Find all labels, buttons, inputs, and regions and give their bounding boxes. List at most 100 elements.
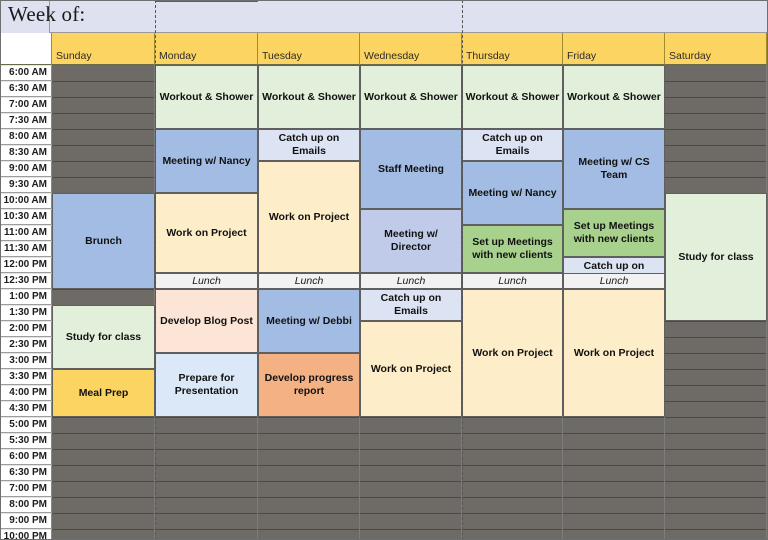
event-block[interactable]: Meeting w/ Nancy: [462, 161, 563, 225]
slot-divider: [563, 417, 664, 418]
event-block[interactable]: Lunch: [462, 273, 563, 289]
slot-divider: [462, 481, 562, 482]
slot-divider: [52, 529, 154, 530]
slot-divider: [665, 529, 766, 530]
event-block[interactable]: Work on Project: [360, 321, 462, 417]
event-block[interactable]: Staff Meeting: [360, 129, 462, 209]
day-header-sunday[interactable]: Sunday: [52, 33, 155, 65]
slot-divider: [462, 465, 562, 466]
slot-divider: [52, 113, 154, 114]
event-block[interactable]: Meeting w/ CS Team: [563, 129, 665, 209]
day-header-saturday[interactable]: Saturday: [665, 33, 767, 65]
slot-divider: [360, 497, 461, 498]
slot-divider: [155, 433, 257, 434]
slot-divider: [665, 321, 766, 322]
time-label-cell: 7:00 AM: [0, 97, 52, 113]
slot-divider: [52, 145, 154, 146]
time-label-cell: 12:30 PM: [0, 273, 52, 289]
time-label-cell: 5:30 PM: [0, 433, 52, 449]
slot-divider: [258, 513, 359, 514]
slot-divider: [360, 449, 461, 450]
schedule-grid: 6:00 AM 6:30 AM 7:00 AM 7:30 AM 8:00 AM 8:30 …: [0, 65, 768, 540]
event-block[interactable]: Lunch: [563, 273, 665, 289]
slot-divider: [52, 177, 154, 178]
slot-divider: [665, 129, 766, 130]
day-header-tuesday[interactable]: Tuesday: [258, 33, 360, 65]
time-label-cell: 11:00 AM: [0, 225, 52, 241]
slot-divider: [360, 417, 461, 418]
day-header-thursday[interactable]: Thursday: [462, 33, 563, 65]
event-block[interactable]: Study for class: [52, 305, 155, 369]
slot-divider: [360, 481, 461, 482]
event-block[interactable]: Meeting w/ Nancy: [155, 129, 258, 193]
time-label-cell: 10:00 PM: [0, 529, 52, 540]
day-header-monday[interactable]: Monday: [155, 33, 258, 65]
slot-divider: [665, 481, 766, 482]
slot-divider: [360, 465, 461, 466]
event-block[interactable]: Prepare for Presentation: [155, 353, 258, 417]
slot-divider: [52, 433, 154, 434]
event-block[interactable]: Meal Prep: [52, 369, 155, 417]
event-block[interactable]: Catch up on Emails: [360, 289, 462, 321]
time-label-cell: 10:30 AM: [0, 209, 52, 225]
time-label-cell: 4:30 PM: [0, 401, 52, 417]
time-label-cell: 1:00 PM: [0, 289, 52, 305]
time-label-cell: 2:30 PM: [0, 337, 52, 353]
slot-divider: [360, 513, 461, 514]
event-block[interactable]: Lunch: [258, 273, 360, 289]
event-block[interactable]: Catch up on Emails: [258, 129, 360, 161]
slot-divider: [462, 529, 562, 530]
slot-divider: [665, 417, 766, 418]
event-block[interactable]: Set up Meetings with new clients: [462, 225, 563, 273]
slot-divider: [563, 433, 664, 434]
slot-divider: [258, 497, 359, 498]
slot-divider: [563, 513, 664, 514]
slot-divider: [462, 497, 562, 498]
event-block[interactable]: Workout & Shower: [155, 65, 258, 129]
slot-divider: [52, 129, 154, 130]
event-block[interactable]: Develop Blog Post: [155, 289, 258, 353]
event-block[interactable]: Workout & Shower: [563, 65, 665, 129]
time-label-cell: 1:30 PM: [0, 305, 52, 321]
event-block[interactable]: Develop progress report: [258, 353, 360, 417]
slot-divider: [665, 513, 766, 514]
event-block[interactable]: Study for class: [665, 193, 767, 321]
slot-divider: [665, 385, 766, 386]
slot-divider: [360, 529, 461, 530]
slot-divider: [462, 449, 562, 450]
event-block[interactable]: Workout & Shower: [258, 65, 360, 129]
slot-divider: [462, 417, 562, 418]
event-block[interactable]: Catch up on Emails: [462, 129, 563, 161]
day-header-label: Wednesday: [364, 50, 420, 62]
event-block[interactable]: Work on Project: [462, 289, 563, 417]
time-label-cell: 6:30 PM: [0, 465, 52, 481]
slot-divider: [155, 497, 257, 498]
time-label-cell: 7:30 AM: [0, 113, 52, 129]
event-block[interactable]: Work on Project: [258, 161, 360, 273]
slot-divider: [155, 481, 257, 482]
event-block[interactable]: Workout & Shower: [462, 65, 563, 129]
event-block[interactable]: Lunch: [155, 273, 258, 289]
event-block[interactable]: Meeting w/ Director: [360, 209, 462, 273]
slot-divider: [258, 433, 359, 434]
time-label-cell: 6:00 AM: [0, 65, 52, 81]
day-column-sunday[interactable]: [52, 65, 155, 540]
time-label-cell: 7:00 PM: [0, 481, 52, 497]
slot-divider: [462, 513, 562, 514]
event-block[interactable]: Workout & Shower: [360, 65, 462, 129]
event-block[interactable]: Work on Project: [563, 289, 665, 417]
event-block[interactable]: Work on Project: [155, 193, 258, 273]
slot-divider: [52, 161, 154, 162]
day-header-friday[interactable]: Friday: [563, 33, 665, 65]
time-label-cell: 11:30 AM: [0, 241, 52, 257]
slot-divider: [665, 113, 766, 114]
event-block[interactable]: Lunch: [360, 273, 462, 289]
event-block[interactable]: Brunch: [52, 193, 155, 289]
event-block[interactable]: Meeting w/ Debbi: [258, 289, 360, 353]
slot-divider: [665, 401, 766, 402]
event-block[interactable]: Set up Meetings with new clients: [563, 209, 665, 257]
day-header-wednesday[interactable]: Wednesday: [360, 33, 462, 65]
time-label-cell: 4:00 PM: [0, 385, 52, 401]
slot-divider: [155, 465, 257, 466]
time-column: 6:00 AM 6:30 AM 7:00 AM 7:30 AM 8:00 AM 8:30 …: [0, 65, 52, 540]
